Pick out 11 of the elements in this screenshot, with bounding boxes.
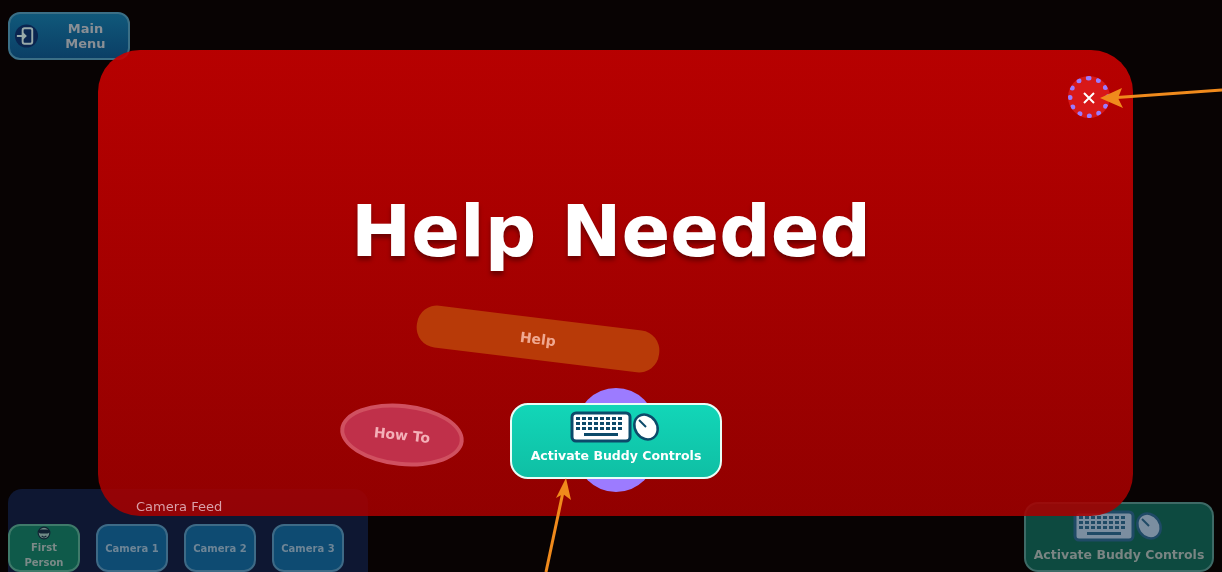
activate-buddy-controls-button[interactable]: Activate Buddy Controls xyxy=(510,403,722,479)
exit-door-icon xyxy=(14,23,39,49)
activate-buddy-controls-button[interactable]: Activate Buddy Controls xyxy=(1024,502,1214,572)
keyboard-mouse-icon xyxy=(570,411,662,443)
camera-button[interactable]: First Person xyxy=(8,524,80,572)
camera-button[interactable]: Camera 3 xyxy=(272,524,344,572)
camera-button[interactable]: Camera 2 xyxy=(184,524,256,572)
main-menu-button[interactable]: Main Menu xyxy=(8,12,130,60)
camera-button[interactable]: Camera 1 xyxy=(96,524,168,572)
close-icon xyxy=(1083,91,1095,104)
camera-feed-title: Camera Feed xyxy=(135,497,224,516)
